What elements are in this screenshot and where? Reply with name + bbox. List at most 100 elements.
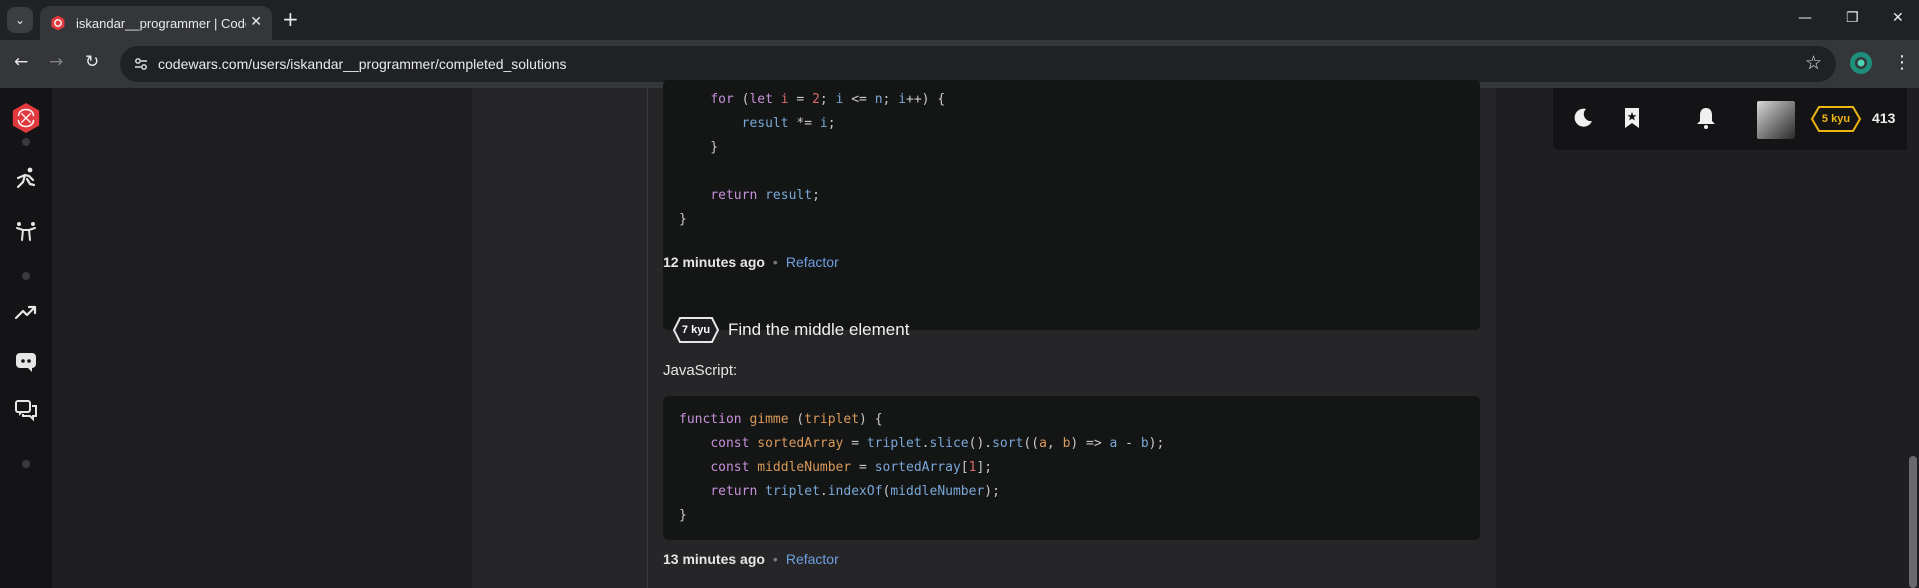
codewars-logo-icon[interactable] bbox=[10, 102, 42, 134]
bookmark-star-icon[interactable]: ☆ bbox=[1805, 52, 1822, 74]
kata-title-link[interactable]: Find the middle element bbox=[728, 320, 909, 340]
address-bar[interactable]: codewars.com/users/iskandar__programmer/… bbox=[120, 46, 1836, 82]
language-label: JavaScript: bbox=[663, 362, 738, 379]
kata-title-row: 7 kyu Find the middle element bbox=[672, 316, 909, 344]
code-token: } bbox=[679, 212, 687, 227]
browser-tab-bar: ⌄ iskandar__programmer | Codewars ✕ + — … bbox=[0, 0, 1919, 40]
new-tab-button[interactable]: + bbox=[282, 8, 299, 30]
maximize-button[interactable]: ❐ bbox=[1846, 10, 1859, 26]
code-token: 2 bbox=[812, 92, 820, 107]
meta-separator: • bbox=[772, 254, 778, 270]
code-line: for (let i = 2; i <= n; i++) { bbox=[679, 88, 1464, 112]
url-text: codewars.com/users/iskandar__programmer/… bbox=[158, 56, 567, 72]
code-token: (( bbox=[1023, 436, 1040, 451]
code-token: const bbox=[710, 460, 750, 475]
code-line: } bbox=[679, 208, 1464, 232]
moon-icon[interactable] bbox=[1571, 106, 1595, 130]
scrollbar-thumb[interactable] bbox=[1909, 456, 1917, 588]
rank-badge-label: 5 kyu bbox=[1821, 113, 1851, 125]
code-token: sort bbox=[992, 436, 1024, 451]
user-toolbar bbox=[1553, 88, 1919, 150]
code-token: sortedArray bbox=[874, 460, 961, 475]
code-line: return result; bbox=[679, 184, 1464, 208]
code-token: = bbox=[843, 436, 867, 451]
code-block-solution-1: for (let i = 2; i <= n; i++) { result *=… bbox=[663, 80, 1480, 330]
code-token: ) { bbox=[859, 412, 883, 427]
code-token: result bbox=[765, 188, 813, 203]
rank-badge[interactable]: 5 kyu bbox=[1810, 105, 1862, 133]
code-token: = bbox=[788, 92, 813, 107]
solution-1-time: 12 minutes ago bbox=[663, 254, 765, 270]
discord-icon[interactable] bbox=[10, 346, 42, 378]
code-token: ); bbox=[1148, 436, 1165, 451]
tab-title: iskandar__programmer | Codewars bbox=[76, 15, 246, 31]
code-token: ; bbox=[812, 188, 820, 203]
code-token: i bbox=[898, 92, 907, 107]
code-token: - bbox=[1117, 436, 1141, 451]
code-token: (). bbox=[968, 436, 993, 451]
code-token: ) => bbox=[1070, 436, 1110, 451]
practice-icon[interactable] bbox=[10, 162, 42, 194]
code-token: n bbox=[874, 92, 883, 107]
code-token: result bbox=[741, 116, 789, 131]
minimize-button[interactable]: — bbox=[1798, 10, 1812, 26]
kumite-icon[interactable] bbox=[10, 215, 42, 247]
site-info-icon[interactable] bbox=[132, 55, 150, 73]
sidebar-divider-dot bbox=[22, 272, 30, 280]
code-token: middleNumber bbox=[890, 484, 985, 499]
code-token: middleNumber bbox=[757, 460, 852, 475]
refactor-link[interactable]: Refactor bbox=[786, 551, 839, 567]
browser-menu-icon[interactable]: ⋮ bbox=[1893, 52, 1911, 73]
leaderboard-icon[interactable] bbox=[10, 296, 42, 328]
code-line: function gimme (triplet) { bbox=[679, 408, 1464, 432]
code-token: } bbox=[679, 140, 719, 155]
solution-2-time: 13 minutes ago bbox=[663, 551, 765, 567]
tab-list-button[interactable]: ⌄ bbox=[7, 7, 33, 33]
code-token: . bbox=[819, 484, 828, 499]
code-token: ); bbox=[984, 484, 1000, 499]
code-token: <= bbox=[843, 92, 875, 107]
avatar[interactable] bbox=[1757, 101, 1795, 139]
code-token: slice bbox=[929, 436, 969, 451]
reload-button[interactable]: ↻ bbox=[85, 52, 99, 72]
refactor-link[interactable]: Refactor bbox=[786, 254, 839, 270]
discussion-icon[interactable] bbox=[10, 394, 42, 426]
kyu-badge[interactable]: 7 kyu bbox=[672, 316, 720, 344]
code-token: for bbox=[710, 92, 734, 107]
code-token: *= bbox=[788, 116, 820, 131]
code-token: sortedArray bbox=[757, 436, 844, 451]
vertical-divider bbox=[647, 88, 648, 588]
code-token: ; bbox=[827, 116, 836, 131]
code-line: const sortedArray = triplet.slice().sort… bbox=[679, 432, 1464, 456]
code-token: ++) { bbox=[906, 92, 946, 107]
code-line: } bbox=[679, 504, 1464, 528]
code-token: return bbox=[710, 188, 758, 203]
active-tab[interactable]: iskandar__programmer | Codewars ✕ bbox=[40, 6, 272, 40]
page-scrollbar[interactable] bbox=[1907, 88, 1919, 588]
code-token: triplet bbox=[866, 436, 922, 451]
sidebar-divider-dot bbox=[22, 138, 30, 146]
forward-button[interactable]: → bbox=[49, 52, 63, 72]
code-token: return bbox=[710, 484, 758, 499]
sidebar bbox=[0, 88, 52, 588]
code-line: } bbox=[679, 136, 1464, 160]
code-token: gimme bbox=[749, 412, 789, 427]
back-button[interactable]: ← bbox=[14, 52, 28, 72]
extension-icon[interactable] bbox=[1848, 50, 1874, 76]
code-token: ( bbox=[733, 92, 750, 107]
code-line: return triplet.indexOf(middleNumber); bbox=[679, 480, 1464, 504]
code-token: function bbox=[679, 412, 742, 427]
code-token: ]; bbox=[976, 460, 993, 475]
page-content: for (let i = 2; i <= n; i++) { result *=… bbox=[0, 80, 1919, 588]
tab-close-button[interactable]: ✕ bbox=[250, 14, 262, 30]
code-token: , bbox=[1046, 436, 1063, 451]
bell-icon[interactable] bbox=[1694, 106, 1718, 130]
close-window-button[interactable]: ✕ bbox=[1892, 10, 1904, 26]
bookmark-icon[interactable] bbox=[1620, 106, 1644, 130]
code-block-solution-2: function gimme (triplet) { const sortedA… bbox=[663, 396, 1480, 540]
